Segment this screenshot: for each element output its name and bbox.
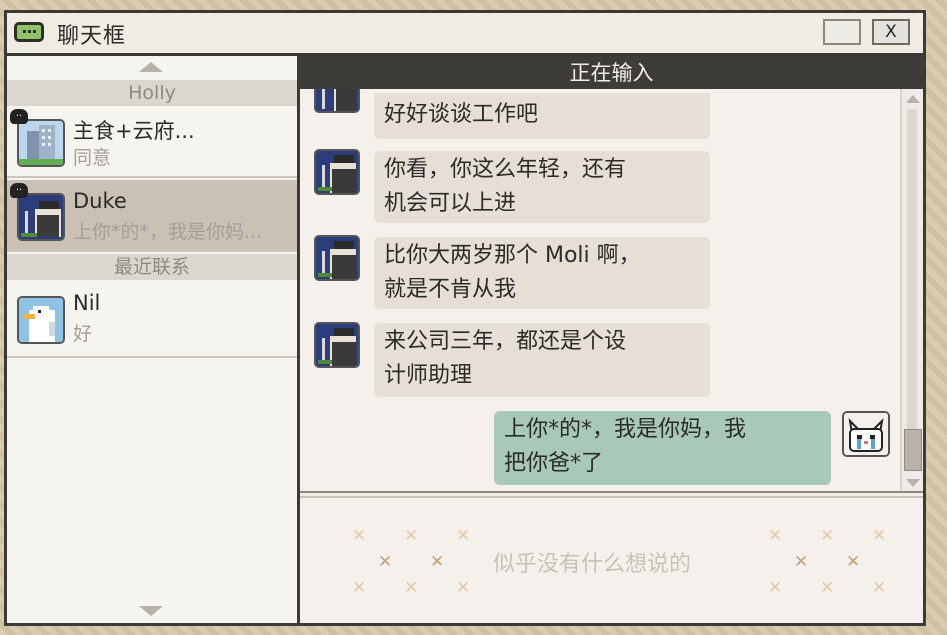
message-bubble: 你看，你这么年轻，还有 机会可以上进: [374, 151, 710, 223]
decor-cross-icon: ✕: [820, 526, 835, 546]
sender-avatar: [314, 322, 360, 368]
message-line: 来公司三年，都还是个设: [384, 329, 627, 354]
contact-avatar: [17, 119, 65, 167]
decor-cross-icon: ✕: [352, 526, 367, 546]
decor-cross-icon: ✕: [404, 526, 419, 546]
decor-cross-icon: ✕: [846, 552, 861, 572]
contact-avatar: [17, 193, 65, 241]
group-header-holly: Holly: [7, 80, 297, 106]
message-line: 上你*的*，我是你妈，我: [504, 417, 747, 442]
scroll-up-icon[interactable]: [139, 62, 163, 72]
chat-bubble-icon: [14, 22, 44, 42]
message-line: 就是不肯从我: [384, 277, 517, 302]
contact-item[interactable]: Nil 好: [7, 280, 297, 358]
message-bubble: 好好谈谈工作吧: [374, 93, 710, 139]
window-title: 聊天框: [57, 24, 127, 49]
decor-cross-icon: ✕: [430, 552, 445, 572]
message-list[interactable]: 好好谈谈工作吧 你看，你这么年轻，还有 机会可以上进 比你大两岁那个 Moli …: [300, 89, 923, 491]
contact-name: 主食+云府...: [73, 119, 195, 143]
contact-name: Nil: [73, 291, 101, 315]
decor-cross-icon: ✕: [872, 526, 887, 546]
decor-cross-icon: ✕: [404, 578, 419, 598]
contact-avatar: [17, 296, 65, 344]
message-line: 计师助理: [384, 363, 473, 388]
chat-scrollbar[interactable]: [900, 89, 923, 491]
sender-avatar: [314, 235, 360, 281]
maximize-button[interactable]: [823, 19, 861, 45]
my-avatar: [842, 411, 890, 457]
contact-item-selected[interactable]: ·· Duke 上你*的*，我是你妈...: [7, 180, 297, 252]
close-button[interactable]: X: [872, 19, 910, 45]
contact-preview: 好: [73, 323, 93, 345]
scroll-down-icon[interactable]: [906, 479, 920, 487]
my-message-bubble: 上你*的*，我是你妈，我 把你爸*了: [494, 411, 831, 485]
scrollbar-thumb[interactable]: [904, 429, 922, 471]
chat-window: 聊天框 X Holly ·· 主食+云府... 同意 ·· Duke 上你*的*…: [4, 10, 926, 626]
sender-avatar: [314, 89, 360, 113]
group-header-recent: 最近联系: [7, 254, 297, 280]
message-line: 把你爸*了: [504, 451, 604, 476]
decor-cross-icon: ✕: [872, 578, 887, 598]
title-bar[interactable]: 聊天框 X: [7, 13, 923, 56]
decor-cross-icon: ✕: [456, 578, 471, 598]
unread-badge-icon: ··: [10, 183, 28, 198]
typing-status: 正在输入: [300, 56, 923, 89]
decor-cross-icon: ✕: [768, 526, 783, 546]
input-placeholder: 似乎没有什么想说的: [490, 546, 695, 578]
contact-preview: 上你*的*，我是你妈...: [73, 221, 263, 243]
scroll-up-icon[interactable]: [906, 95, 920, 103]
message-line: 你看，你这么年轻，还有: [384, 157, 627, 182]
contact-preview: 同意: [73, 147, 112, 169]
message-line: 比你大两岁那个 Moli 啊，: [384, 243, 641, 268]
sender-avatar: [314, 149, 360, 195]
message-bubble: 比你大两岁那个 Moli 啊， 就是不肯从我: [374, 237, 710, 309]
message-bubble: 来公司三年，都还是个设 计师助理: [374, 323, 710, 397]
input-divider: [300, 491, 923, 493]
message-line: 机会可以上进: [384, 191, 517, 216]
decor-cross-icon: ✕: [352, 578, 367, 598]
decor-cross-icon: ✕: [768, 578, 783, 598]
decor-cross-icon: ✕: [794, 552, 809, 572]
contact-item[interactable]: ·· 主食+云府... 同意: [7, 106, 297, 178]
scrollbar-track[interactable]: [907, 109, 917, 429]
contact-list: Holly ·· 主食+云府... 同意 ·· Duke 上你*的*，我是你妈.…: [7, 56, 300, 623]
decor-cross-icon: ✕: [456, 526, 471, 546]
message-input[interactable]: ✕ ✕ ✕ ✕ ✕ ✕ ✕ ✕ ✕ ✕ ✕ ✕ ✕ ✕ ✕ ✕ 似乎没有什么想说…: [300, 498, 923, 623]
contact-name: Duke: [73, 189, 127, 213]
decor-cross-icon: ✕: [378, 552, 393, 572]
message-line: 好好谈谈工作吧: [384, 102, 539, 127]
unread-badge-icon: ··: [10, 109, 28, 124]
scroll-down-icon[interactable]: [139, 606, 163, 616]
decor-cross-icon: ✕: [820, 578, 835, 598]
